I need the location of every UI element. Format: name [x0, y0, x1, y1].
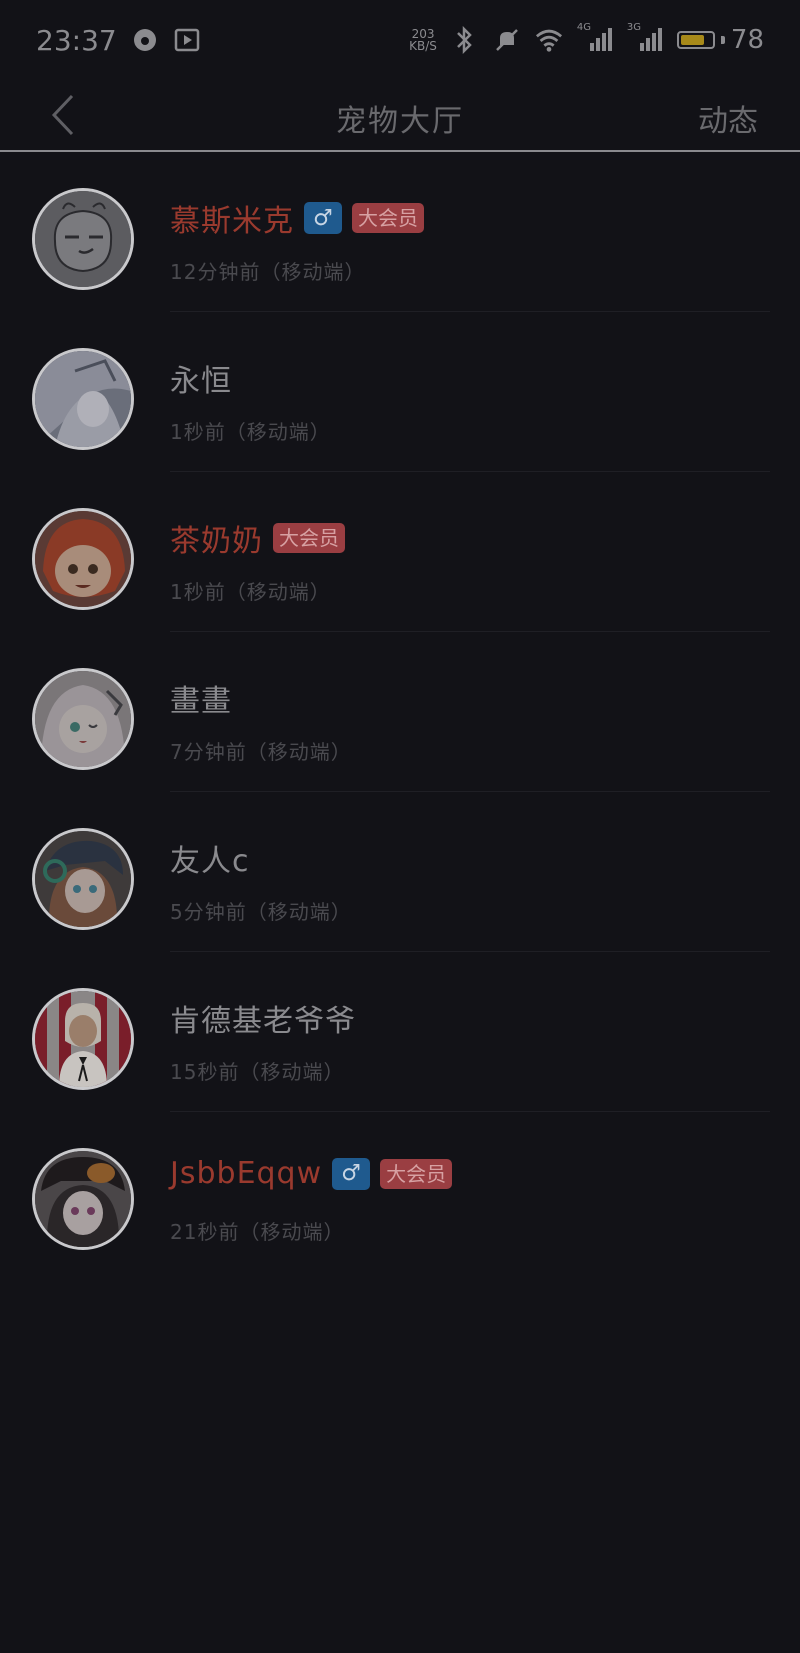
battery-indicator: 78 — [676, 25, 764, 55]
list-item[interactable]: 肯德基老爷爷 15秒前（移动端） — [0, 952, 800, 1112]
list-item[interactable]: 茶奶奶 大会员 1秒前（移动端） — [0, 472, 800, 632]
last-active: 7分钟前（移动端） — [170, 740, 352, 764]
name-line: 茶奶奶 大会员 — [170, 516, 345, 560]
wifi-icon — [535, 26, 563, 54]
list-item[interactable]: 友人c 5分钟前（移动端） — [0, 792, 800, 952]
list-item[interactable]: 永恒 1秒前（移动端） — [0, 312, 800, 472]
user-name: 友人c — [170, 844, 250, 879]
app-notification-icon — [131, 26, 159, 54]
battery-level: 78 — [730, 25, 764, 55]
name-line: 畫畫 — [170, 676, 232, 720]
user-list: 慕斯米克 ♂ 大会员 12分钟前（移动端） 永恒 1秒前（移动端） 茶奶奶 大会… — [0, 152, 800, 1272]
vip-badge: 大会员 — [380, 1158, 453, 1189]
last-active: 15秒前（移动端） — [170, 1060, 345, 1084]
signal-3g-icon: 3G — [627, 22, 663, 54]
net-speed-unit: KB/S — [409, 39, 437, 53]
user-name: 畫畫 — [170, 684, 232, 719]
avatar[interactable] — [32, 348, 134, 450]
avatar[interactable] — [32, 1148, 134, 1250]
vip-badge: 大会员 — [352, 203, 424, 233]
avatar[interactable] — [32, 508, 134, 610]
male-badge: ♂ — [332, 1157, 371, 1190]
video-notification-icon — [173, 26, 201, 54]
battery-icon — [676, 31, 715, 49]
name-line: 友人c — [170, 836, 250, 880]
mute-icon — [493, 26, 521, 54]
male-badge: ♂ — [304, 202, 342, 234]
status-right: 203 KB/S 4G 3G 78 — [409, 22, 764, 55]
avatar[interactable] — [32, 188, 134, 290]
user-name: 慕斯米克 — [170, 204, 294, 239]
name-line: 肯德基老爷爷 — [170, 996, 356, 1040]
clock: 23:37 — [36, 23, 117, 57]
name-line: 永恒 — [170, 356, 232, 400]
signal-3g-label: 3G — [626, 22, 642, 33]
bluetooth-icon — [451, 26, 479, 54]
status-bar: 23:37 203 KB/S 4G 3G 78 — [0, 0, 800, 80]
top-bar: 宠物大厅 动态 — [0, 80, 800, 152]
signal-4g-icon: 4G — [577, 22, 613, 54]
avatar[interactable] — [32, 988, 134, 1090]
last-active: 5分钟前（移动端） — [170, 900, 352, 924]
user-name: 永恒 — [170, 364, 232, 399]
last-active: 1秒前（移动端） — [170, 580, 331, 604]
list-item[interactable]: 畫畫 7分钟前（移动端） — [0, 632, 800, 792]
moments-button[interactable]: 动态 — [698, 96, 758, 140]
signal-4g-label: 4G — [576, 22, 592, 33]
vip-badge: 大会员 — [273, 523, 345, 553]
user-name: 茶奶奶 — [170, 524, 263, 559]
name-line: 慕斯米克 ♂ 大会员 — [170, 196, 424, 240]
list-item[interactable]: 慕斯米克 ♂ 大会员 12分钟前（移动端） — [0, 152, 800, 312]
avatar[interactable] — [32, 668, 134, 770]
user-name: JsbbEqqw — [170, 1156, 323, 1191]
last-active: 21秒前（移动端） — [170, 1220, 345, 1244]
last-active: 12分钟前（移动端） — [170, 260, 366, 284]
avatar[interactable] — [32, 828, 134, 930]
page-title: 宠物大厅 — [336, 104, 464, 139]
status-left: 23:37 — [36, 24, 201, 57]
list-item[interactable]: JsbbEqqw ♂ 大会员 21秒前（移动端） — [0, 1112, 800, 1272]
network-speed: 203 KB/S — [409, 28, 437, 52]
user-name: 肯德基老爷爷 — [170, 1004, 356, 1039]
name-line: JsbbEqqw ♂ 大会员 — [170, 1156, 453, 1191]
last-active: 1秒前（移动端） — [170, 420, 331, 444]
